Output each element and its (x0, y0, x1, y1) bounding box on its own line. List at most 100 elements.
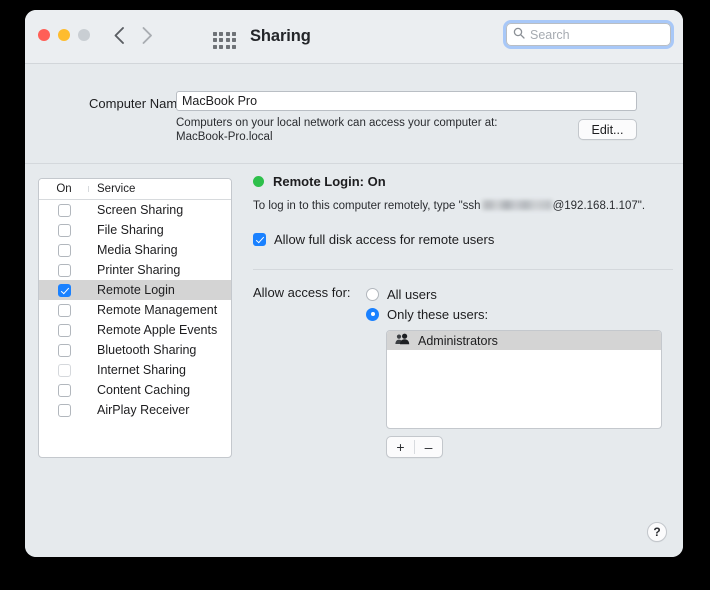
search-field-container (506, 23, 671, 46)
service-enable-checkbox[interactable] (58, 384, 71, 397)
service-enable-checkbox[interactable] (58, 324, 71, 337)
service-checkbox-cell (39, 244, 89, 257)
service-row[interactable]: Bluetooth Sharing (39, 340, 231, 360)
ssh-username-redacted (482, 200, 552, 210)
network-hint-line2: MacBook-Pro.local (176, 130, 576, 144)
service-checkbox-cell (39, 264, 89, 277)
add-remove-user-segmented-control: + – (386, 436, 443, 458)
service-name-label: Printer Sharing (89, 263, 180, 277)
service-enable-checkbox[interactable] (58, 264, 71, 277)
service-checkbox-cell (39, 364, 89, 377)
radio-option-all-users[interactable]: All users (366, 284, 673, 304)
service-status-text: Remote Login: On (273, 174, 386, 189)
allow-access-label: Allow access for: (253, 285, 351, 300)
chevron-right-icon[interactable] (141, 26, 153, 45)
service-enable-checkbox[interactable] (58, 244, 71, 257)
minimize-window-button[interactable] (58, 29, 70, 41)
system-preferences-window: Sharing Computer Name: Computers on your… (25, 10, 683, 557)
ssh-suffix-text: @192.168.1.107". (553, 200, 646, 212)
only-these-users-radio[interactable] (366, 308, 379, 321)
service-row[interactable]: Printer Sharing (39, 260, 231, 280)
service-name-label: Content Caching (89, 383, 190, 397)
service-checkbox-cell (39, 344, 89, 357)
service-enable-checkbox[interactable] (58, 364, 71, 377)
service-row[interactable]: Internet Sharing (39, 360, 231, 380)
services-table-header: On Service (39, 179, 231, 200)
service-row[interactable]: Media Sharing (39, 240, 231, 260)
network-hint-line1: Computers on your local network can acce… (176, 116, 576, 130)
zoom-window-button (78, 29, 90, 41)
allow-access-block: Allow access for: All users Only these u… (253, 284, 673, 458)
only-these-users-label: Only these users: (387, 307, 488, 322)
search-input[interactable] (530, 28, 660, 42)
help-button[interactable]: ? (647, 522, 667, 542)
services-table-body: Screen Sharing File Sharing Media Sharing P… (39, 200, 231, 420)
service-checkbox-cell (39, 204, 89, 217)
service-checkbox-cell (39, 284, 89, 297)
service-name-label: Remote Management (89, 303, 217, 317)
search-icon (513, 26, 525, 44)
group-users-icon (395, 333, 410, 348)
service-enable-checkbox[interactable] (58, 344, 71, 357)
radio-option-only-these-users[interactable]: Only these users: (366, 304, 673, 324)
ssh-prefix-text: To log in to this computer remotely, typ… (253, 200, 481, 212)
section-divider (25, 163, 683, 164)
search-field[interactable] (506, 23, 671, 46)
service-name-label: Media Sharing (89, 243, 178, 257)
window-toolbar: Sharing (25, 10, 683, 64)
service-row[interactable]: File Sharing (39, 220, 231, 240)
service-detail-pane: Remote Login: On To log in to this compu… (253, 174, 673, 458)
services-table: On Service Screen Sharing File Sharing Med… (38, 178, 232, 458)
service-checkbox-cell (39, 324, 89, 337)
service-checkbox-cell (39, 304, 89, 317)
add-user-button[interactable]: + (387, 437, 414, 457)
service-row[interactable]: Screen Sharing (39, 200, 231, 220)
remove-user-button[interactable]: – (415, 437, 442, 457)
service-name-label: File Sharing (89, 223, 164, 237)
page-title: Sharing (250, 27, 311, 46)
service-enable-checkbox[interactable] (58, 284, 71, 297)
service-name-label: Remote Apple Events (89, 323, 217, 337)
navigation-arrows (113, 26, 153, 45)
service-enable-checkbox[interactable] (58, 204, 71, 217)
ssh-instruction-text: To log in to this computer remotely, typ… (253, 199, 673, 212)
service-name-label: AirPlay Receiver (89, 403, 189, 417)
chevron-left-icon[interactable] (113, 26, 125, 45)
service-name-label: Internet Sharing (89, 363, 186, 377)
status-indicator-dot (253, 176, 264, 187)
service-enable-checkbox[interactable] (58, 404, 71, 417)
service-name-label: Remote Login (89, 283, 175, 297)
all-users-label: All users (387, 287, 437, 302)
service-row[interactable]: Remote Login (39, 280, 231, 300)
service-row[interactable]: Remote Apple Events (39, 320, 231, 340)
access-section-divider (253, 269, 673, 270)
all-users-radio[interactable] (366, 288, 379, 301)
column-header-service: Service (89, 183, 135, 195)
full-disk-access-row[interactable]: Allow full disk access for remote users (253, 232, 673, 247)
service-name-label: Bluetooth Sharing (89, 343, 196, 357)
full-disk-access-checkbox[interactable] (253, 233, 266, 246)
close-window-button[interactable] (38, 29, 50, 41)
service-row[interactable]: Content Caching (39, 380, 231, 400)
full-disk-access-label: Allow full disk access for remote users (274, 232, 494, 247)
service-checkbox-cell (39, 224, 89, 237)
service-row[interactable]: Remote Management (39, 300, 231, 320)
allowed-users-list[interactable]: Administrators (386, 330, 662, 429)
computer-name-label: Computer Name: (63, 96, 188, 111)
service-enable-checkbox[interactable] (58, 304, 71, 317)
edit-computer-name-button[interactable]: Edit... (578, 119, 637, 140)
service-checkbox-cell (39, 384, 89, 397)
list-item-label: Administrators (418, 334, 498, 348)
service-status-row: Remote Login: On (253, 174, 673, 189)
network-access-hint: Computers on your local network can acce… (176, 116, 576, 144)
list-item[interactable]: Administrators (387, 331, 661, 350)
preferences-content: Computer Name: Computers on your local n… (25, 64, 683, 557)
computer-name-input[interactable] (176, 91, 637, 111)
show-all-preferences-grid-icon[interactable] (213, 32, 237, 49)
service-row[interactable]: AirPlay Receiver (39, 400, 231, 420)
service-enable-checkbox[interactable] (58, 224, 71, 237)
service-checkbox-cell (39, 404, 89, 417)
column-header-on: On (39, 183, 89, 195)
traffic-lights (38, 29, 90, 41)
service-name-label: Screen Sharing (89, 203, 183, 217)
